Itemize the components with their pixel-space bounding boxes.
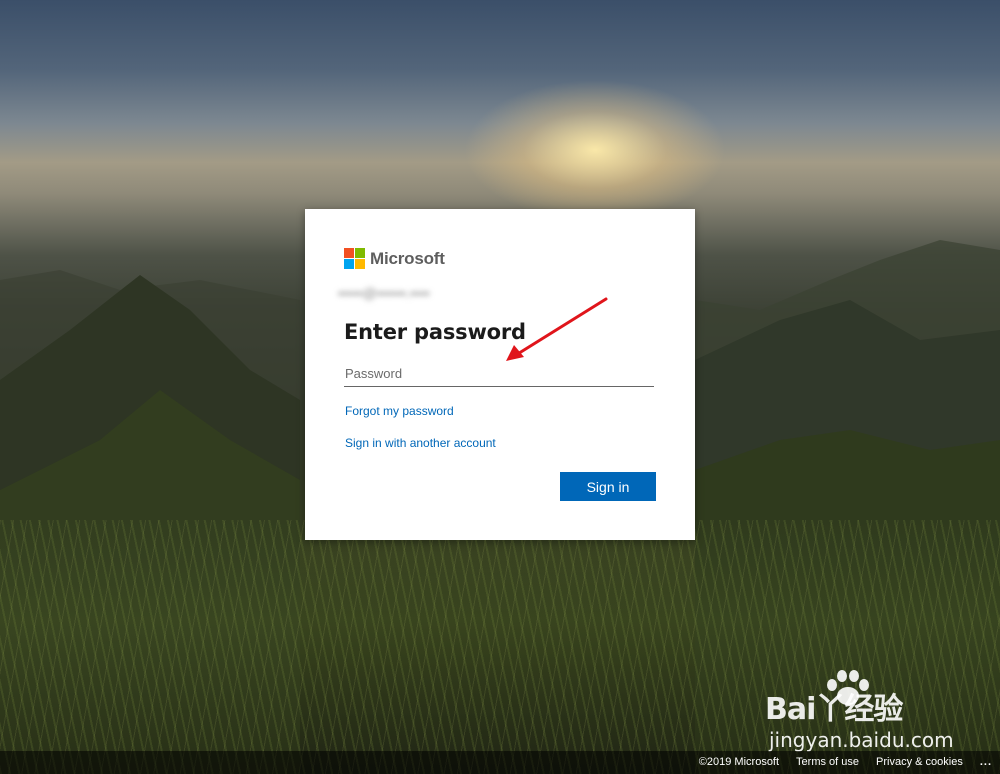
brand-header: Microsoft	[344, 248, 445, 269]
logo-square-yellow	[355, 259, 365, 269]
terms-of-use-link[interactable]: Terms of use	[796, 756, 859, 768]
watermark-url: jingyan.baidu.com	[769, 728, 954, 752]
privacy-cookies-link[interactable]: Privacy & cookies	[876, 756, 963, 768]
footer-links: ©2019 Microsoft Terms of use Privacy & c…	[682, 756, 992, 768]
footer-bar: ©2019 Microsoft Terms of use Privacy & c…	[0, 751, 1000, 774]
logo-square-red	[344, 248, 354, 258]
brand-name: Microsoft	[370, 248, 445, 268]
copyright-text: ©2019 Microsoft	[698, 756, 780, 768]
watermark-logo: Bai丫经验	[765, 692, 903, 727]
page-title: Enter password	[344, 320, 526, 344]
login-card: Microsoft •••••@••••••.•••• Enter passwo…	[305, 209, 695, 540]
account-identity: •••••@••••••.••••	[338, 285, 430, 301]
microsoft-logo-icon	[344, 248, 365, 269]
baidu-watermark: Bai丫经验 jingyan.baidu.com	[765, 668, 965, 752]
forgot-password-link[interactable]: Forgot my password	[345, 404, 454, 418]
logo-square-blue	[344, 259, 354, 269]
sign-in-another-account-link[interactable]: Sign in with another account	[345, 436, 496, 450]
sign-in-button[interactable]: Sign in	[560, 472, 656, 501]
more-options-icon[interactable]: ...	[980, 756, 992, 768]
annotation-arrow-icon	[506, 297, 608, 361]
logo-square-green	[355, 248, 365, 258]
